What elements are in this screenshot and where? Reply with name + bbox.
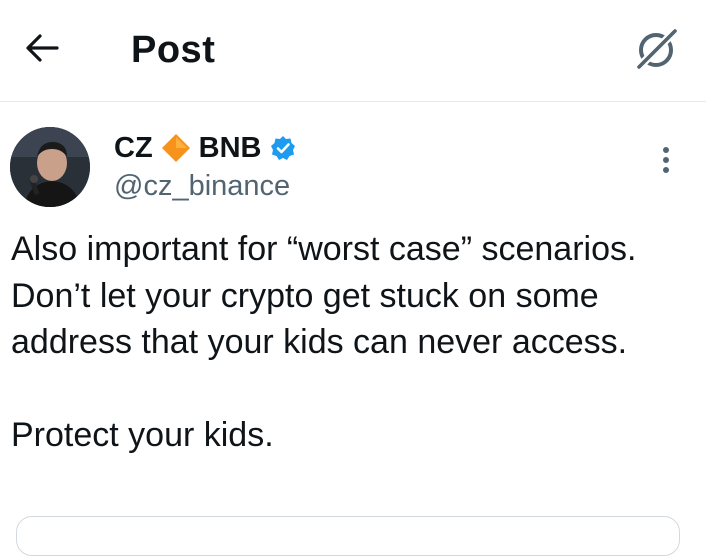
author-name-part2: BNB [198,131,262,164]
arrow-left-icon [26,34,59,62]
author-name-part1: CZ [114,131,153,164]
more-options-button[interactable] [650,140,682,180]
author-name[interactable]: CZ BNB [114,128,296,168]
page-title: Post [131,29,216,71]
author-handle[interactable]: @cz_binance [114,167,290,205]
back-button[interactable] [20,28,64,68]
top-bar: Post [0,0,706,102]
avatar-image [10,127,90,207]
verified-badge-icon [270,135,296,161]
grok-button[interactable] [630,22,684,76]
post-text: Also important for “worst case” scenario… [11,230,637,454]
grok-icon [634,26,680,72]
orange-diamond-emoji [161,133,191,163]
avatar[interactable] [10,127,90,207]
more-vertical-icon [663,147,669,173]
quoted-card[interactable] [16,516,680,556]
